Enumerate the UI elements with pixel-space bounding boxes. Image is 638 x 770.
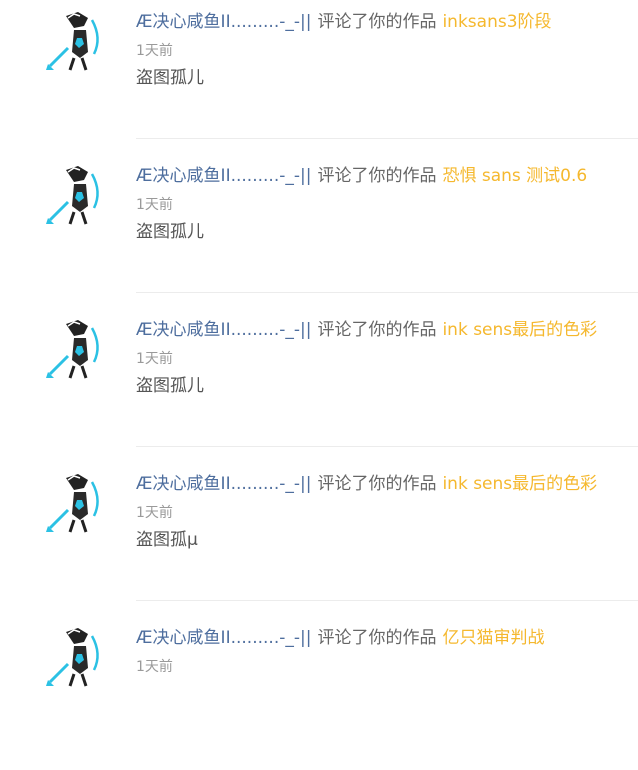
divider — [136, 138, 638, 139]
work-title-link[interactable]: ink sens最后的色彩 — [442, 320, 597, 340]
sans-character-avatar-icon — [46, 320, 99, 379]
list-item: Æ决心咸鱼ІІ.........-_-|| 评论了你的作品 ink sens最后的色… — [0, 462, 638, 616]
comment-text: 盗图孤µ — [136, 530, 198, 550]
user-name-link[interactable]: Æ决心咸鱼ІІ.........-_-|| — [136, 12, 311, 32]
notification-content: Æ决心咸鱼ІІ.........-_-|| 评论了你的作品 亿只猫审判战 1天前 — [136, 626, 638, 676]
list-item: Æ决心咸鱼ІІ.........-_-|| 评论了你的作品 亿只猫审判战 1天前 — [0, 616, 638, 770]
avatar[interactable] — [44, 162, 114, 228]
list-item: Æ决心咸鱼ІІ.........-_-|| 评论了你的作品 ink sens最后的色… — [0, 308, 638, 462]
user-name-link[interactable]: Æ决心咸鱼ІІ.........-_-|| — [136, 628, 311, 648]
notification-content: Æ决心咸鱼ІІ.........-_-|| 评论了你的作品 inksans3阶段 1… — [136, 10, 638, 90]
notification-content: Æ决心咸鱼ІІ.........-_-|| 评论了你的作品 ink sens最后的色… — [136, 318, 638, 398]
timestamp: 1天前 — [136, 505, 173, 521]
comment-text: 盗图孤儿 — [136, 376, 204, 396]
avatar[interactable] — [44, 8, 114, 74]
avatar[interactable] — [44, 624, 114, 690]
sans-character-avatar-icon — [46, 166, 99, 225]
notification-content: Æ决心咸鱼ІІ.........-_-|| 评论了你的作品 恐惧 sans 测试0.… — [136, 164, 638, 244]
avatar[interactable] — [44, 470, 114, 536]
sans-character-avatar-icon — [46, 628, 99, 687]
action-text: 评论了你的作品 — [317, 474, 437, 494]
comment-text: 盗图孤儿 — [136, 68, 204, 88]
work-title-link[interactable]: 恐惧 sans 测试0.6 — [442, 166, 587, 186]
timestamp: 1天前 — [136, 43, 173, 59]
avatar[interactable] — [44, 316, 114, 382]
user-name-link[interactable]: Æ决心咸鱼ІІ.........-_-|| — [136, 474, 311, 494]
list-item: Æ决心咸鱼ІІ.........-_-|| 评论了你的作品 恐惧 sans 测试0.… — [0, 154, 638, 308]
timestamp: 1天前 — [136, 659, 173, 675]
timestamp: 1天前 — [136, 351, 173, 367]
user-name-link[interactable]: Æ决心咸鱼ІІ.........-_-|| — [136, 166, 311, 186]
work-title-link[interactable]: 亿只猫审判战 — [442, 628, 544, 648]
comment-text: 盗图孤儿 — [136, 222, 204, 242]
action-text: 评论了你的作品 — [317, 628, 437, 648]
divider — [136, 600, 638, 601]
sans-character-avatar-icon — [46, 474, 99, 533]
divider — [136, 292, 638, 293]
timestamp: 1天前 — [136, 197, 173, 213]
notification-content: Æ决心咸鱼ІІ.........-_-|| 评论了你的作品 ink sens最后的色… — [136, 472, 638, 552]
work-title-link[interactable]: ink sens最后的色彩 — [442, 474, 597, 494]
sans-character-avatar-icon — [46, 12, 99, 71]
divider — [136, 446, 638, 447]
work-title-link[interactable]: inksans3阶段 — [442, 12, 551, 32]
action-text: 评论了你的作品 — [317, 320, 437, 340]
action-text: 评论了你的作品 — [317, 166, 437, 186]
list-item: Æ决心咸鱼ІІ.........-_-|| 评论了你的作品 inksans3阶段 1… — [0, 0, 638, 154]
action-text: 评论了你的作品 — [317, 12, 437, 32]
user-name-link[interactable]: Æ决心咸鱼ІІ.........-_-|| — [136, 320, 311, 340]
